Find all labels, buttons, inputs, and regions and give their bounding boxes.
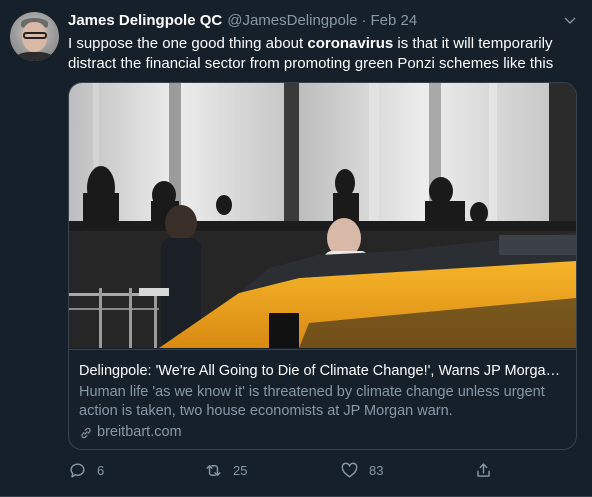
reply-count: 6: [97, 462, 105, 478]
retweet-button[interactable]: 25: [204, 459, 247, 481]
link-icon: [79, 425, 95, 441]
like-button[interactable]: 83: [340, 459, 383, 481]
card-description: Human life 'as we know it' is threatened…: [79, 384, 545, 419]
reply-icon: [70, 462, 85, 478]
tweet-header: James Delingpole QC @JamesDelingpole · F…: [68, 12, 578, 32]
avatar[interactable]: [10, 12, 59, 61]
reply-button[interactable]: 6: [68, 459, 104, 481]
avatar-glasses: [23, 32, 47, 39]
author-name[interactable]: James Delingpole QC: [68, 12, 222, 29]
card-domain[interactable]: breitbart.com: [79, 423, 566, 442]
heart-icon: [341, 462, 358, 478]
share-button[interactable]: [474, 459, 493, 481]
author-handle[interactable]: @JamesDelingpole: [227, 12, 357, 29]
tweet[interactable]: James Delingpole QC @JamesDelingpole · F…: [0, 0, 592, 497]
tweet-actions: 6 25 83: [68, 459, 578, 481]
avatar-body: [14, 52, 55, 61]
photo-street-taxi: [69, 83, 576, 348]
like-count: 83: [369, 462, 384, 478]
share-icon: [477, 462, 490, 477]
separator-dot: ·: [361, 12, 367, 29]
tweet-text-bold: coronavirus: [307, 35, 394, 52]
card-image[interactable]: [69, 83, 576, 348]
card-domain-text[interactable]: breitbart.com: [97, 423, 182, 442]
link-card[interactable]: Delingpole: 'We're All Going to Die of C…: [68, 82, 577, 450]
chevron-down-icon[interactable]: [561, 12, 579, 30]
card-title[interactable]: Delingpole: 'We're All Going to Die of C…: [79, 362, 566, 381]
retweet-icon: [206, 464, 221, 476]
tweet-text: I suppose the one good thing about coron…: [68, 34, 573, 74]
tweet-date[interactable]: Feb 24: [371, 12, 418, 29]
retweet-count: 25: [233, 462, 248, 478]
tweet-text-before: I suppose the one good thing about: [68, 35, 308, 52]
card-body[interactable]: Delingpole: 'We're All Going to Die of C…: [69, 349, 576, 449]
